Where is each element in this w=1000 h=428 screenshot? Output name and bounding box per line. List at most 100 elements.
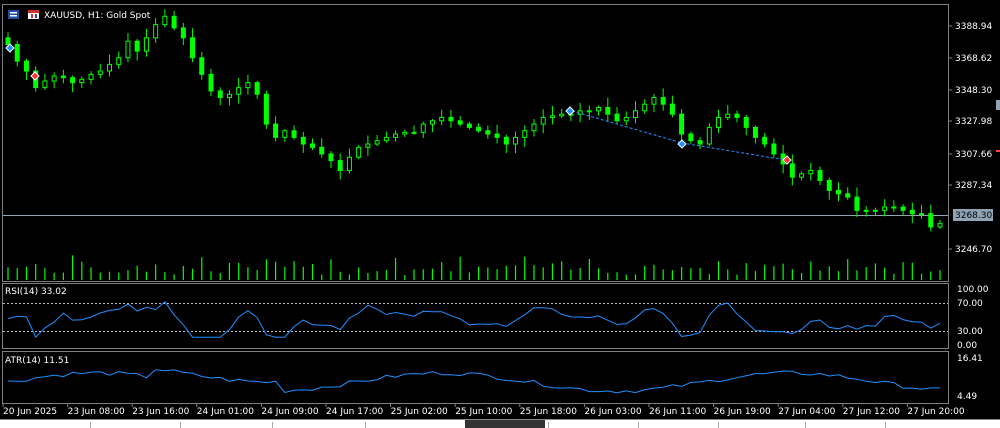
candle-body xyxy=(88,73,94,80)
time-axis: 20 Jun 2025 23 Jun 08:00 23 Jun 16:00 24 Ju… xyxy=(2,404,965,417)
candle-body xyxy=(429,120,435,125)
candle-body xyxy=(199,57,205,75)
candle-body xyxy=(669,103,675,115)
time-tick-label: 24 Jun 09:00 xyxy=(261,407,318,417)
candle-body xyxy=(282,130,288,138)
price-tick: 3307.66 xyxy=(955,150,992,160)
candle-body xyxy=(134,40,140,52)
time-tick-label: 27 Jun 12:00 xyxy=(843,407,900,417)
candle-body xyxy=(300,136,306,145)
time-tick-label: 26 Jun 11:00 xyxy=(649,407,706,417)
candle-body xyxy=(116,57,122,65)
atr-line xyxy=(7,369,940,394)
atr-tick: 4.49 xyxy=(957,392,977,402)
candle-body xyxy=(697,140,703,145)
time-tick-label: 27 Jun 20:00 xyxy=(907,407,964,417)
candle-body xyxy=(365,143,371,148)
candle-body xyxy=(614,113,620,122)
candle-body xyxy=(97,70,103,75)
candlesticks xyxy=(5,9,943,232)
candle-body xyxy=(476,126,482,132)
candle-body xyxy=(5,37,11,45)
candle-body xyxy=(70,77,76,84)
time-tick-label: 25 Jun 02:00 xyxy=(391,407,448,417)
atr-tick: 16.41 xyxy=(957,354,983,364)
candle-body xyxy=(466,123,472,128)
candle-body xyxy=(494,133,500,138)
candle-body xyxy=(245,82,251,89)
buy-arrow-icon xyxy=(5,43,15,53)
candle-body xyxy=(51,75,57,82)
candle-body xyxy=(337,160,343,172)
candle-body xyxy=(226,93,232,99)
trade-line xyxy=(571,110,683,144)
candle-body xyxy=(153,24,159,39)
candle-body xyxy=(162,15,168,26)
candle-body xyxy=(448,116,454,122)
price-tick: 3348.30 xyxy=(955,86,992,96)
current-price-label: 3268.30 xyxy=(955,211,992,221)
candle-body xyxy=(909,209,915,215)
candle-body xyxy=(190,37,196,59)
candle-body xyxy=(310,143,316,148)
chart-icon[interactable] xyxy=(8,10,19,19)
right-edge-marker xyxy=(996,150,1000,152)
candle-body xyxy=(762,136,768,145)
candle-body xyxy=(273,123,279,138)
rsi-tick: 70.00 xyxy=(957,299,983,309)
chart-canvas[interactable]: XAUUSD, H1: Gold Spot 3388.94 3368.62 33… xyxy=(0,0,1000,427)
time-tick-label: 26 Jun 03:00 xyxy=(584,407,641,417)
candle-body xyxy=(752,126,758,138)
candle-body xyxy=(651,97,657,105)
candle-body xyxy=(817,170,823,181)
candle-body xyxy=(872,209,878,212)
calendar-icon[interactable] xyxy=(28,10,39,19)
candle-body xyxy=(513,136,519,145)
candle-body xyxy=(706,126,712,145)
candle-body xyxy=(789,163,795,178)
candle-body xyxy=(420,123,426,133)
candle-body xyxy=(291,130,297,138)
candle-body xyxy=(623,116,629,122)
candle-body xyxy=(632,110,638,118)
time-tick-label: 27 Jun 04:00 xyxy=(778,407,835,417)
time-tick-label: 23 Jun 16:00 xyxy=(132,407,189,417)
candle-body xyxy=(356,146,362,158)
candle-body xyxy=(808,170,814,175)
rsi-panel-frame xyxy=(2,283,949,349)
candle-body xyxy=(79,78,85,84)
rsi-title: RSI(14) 33.02 xyxy=(5,287,67,297)
candle-body xyxy=(503,136,509,145)
atr-title: ATR(14) 11.51 xyxy=(5,356,69,366)
price-tick: 3388.94 xyxy=(955,22,992,32)
candle-body xyxy=(605,107,611,115)
time-tick-label: 25 Jun 10:00 xyxy=(455,407,512,417)
candle-body xyxy=(716,116,722,128)
candle-body xyxy=(457,120,463,125)
symbol-title: XAUUSD, H1: Gold Spot xyxy=(44,11,151,21)
candle-body xyxy=(725,113,731,118)
candle-body xyxy=(254,82,260,95)
candle-body xyxy=(734,113,740,118)
candle-body xyxy=(383,136,389,142)
candle-body xyxy=(125,40,131,59)
candle-body xyxy=(586,110,592,113)
candle-body xyxy=(688,133,694,142)
candle-body xyxy=(549,115,555,118)
candle-body xyxy=(891,206,897,209)
candle-body xyxy=(559,113,565,117)
price-tick: 3368.62 xyxy=(955,54,992,64)
candle-body xyxy=(531,123,537,132)
right-edge-marker xyxy=(996,100,1000,110)
candle-body xyxy=(143,37,149,52)
candle-body xyxy=(660,97,666,105)
candle-body xyxy=(485,130,491,135)
time-tick-label: 24 Jun 17:00 xyxy=(326,407,383,417)
candle-body xyxy=(42,80,48,89)
candle-body xyxy=(540,116,546,125)
candle-body xyxy=(60,75,66,79)
volume-bars xyxy=(7,255,941,280)
candle-body xyxy=(882,206,888,211)
time-tick-label: 24 Jun 01:00 xyxy=(197,407,254,417)
candle-body xyxy=(854,196,860,211)
